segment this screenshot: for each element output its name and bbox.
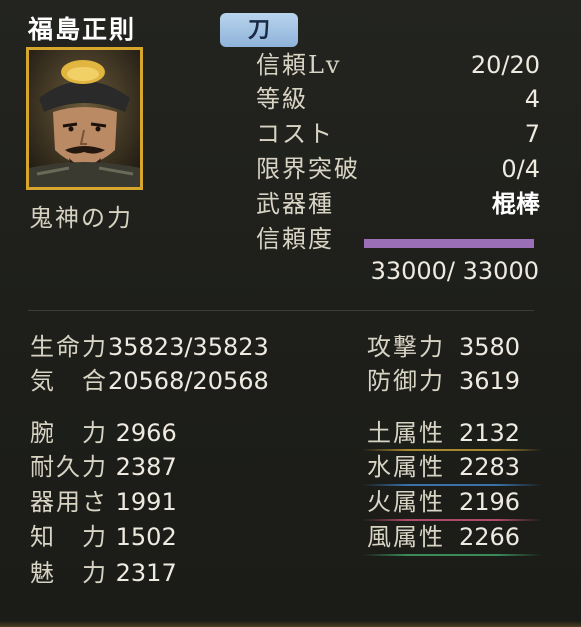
- fire-label: 火属性: [367, 488, 445, 516]
- trust-points: 33000/ 33000: [370, 257, 539, 285]
- cha-label: 魅 力: [30, 559, 108, 587]
- atk-stat: 攻撃力 3580: [367, 330, 520, 364]
- def-label: 防御力: [367, 367, 445, 395]
- cost-value: 7: [524, 120, 540, 148]
- bottom-edge: [0, 621, 581, 627]
- earth-attr: 土属性 2132: [367, 416, 520, 450]
- atk-label: 攻撃力: [367, 333, 445, 361]
- cha-value: 2317: [115, 559, 177, 587]
- end-stat: 耐久力 2387: [30, 450, 177, 484]
- str-stat: 腕 力 2966: [30, 416, 177, 450]
- int-value: 1502: [115, 523, 177, 551]
- ki-stat: 気 合20568/20568: [30, 364, 269, 398]
- earth-label: 土属性: [367, 419, 445, 447]
- water-attr: 水属性 2283: [367, 450, 520, 484]
- weapon-type-row: 武器種 棍棒: [256, 187, 540, 221]
- earth-value: 2132: [459, 419, 521, 447]
- dex-value: 1991: [115, 488, 177, 516]
- cost-label: コスト: [256, 120, 334, 148]
- end-label: 耐久力: [30, 453, 108, 481]
- wind-label: 風属性: [367, 523, 445, 551]
- wind-underline: [362, 554, 542, 556]
- wind-value: 2266: [459, 523, 521, 551]
- int-stat: 知 力 1502: [30, 520, 177, 554]
- dex-stat: 器用さ 1991: [30, 485, 177, 519]
- hp-label: 生命力: [30, 333, 108, 361]
- weapon-type-label: 武器種: [256, 190, 334, 218]
- character-portrait[interactable]: [26, 47, 143, 190]
- fire-attr: 火属性 2196: [367, 485, 520, 519]
- skill-name: 鬼神の力: [29, 204, 133, 232]
- end-value: 2387: [115, 453, 177, 481]
- rank-value: 4: [524, 85, 540, 113]
- ki-label: 気 合: [30, 367, 108, 395]
- fire-value: 2196: [459, 488, 521, 516]
- int-label: 知 力: [30, 523, 108, 551]
- character-status-panel: 福島正則 刀 鬼神の力 信頼Lv 20/20 等級 4 コスト 7 限界突破 0…: [0, 0, 581, 627]
- trust-row: 信頼度: [256, 222, 366, 256]
- rank-row: 等級 4: [256, 82, 540, 116]
- weapon-tab[interactable]: 刀: [220, 13, 298, 47]
- limit-break-value: 0/4: [501, 155, 540, 183]
- cost-row: コスト 7: [256, 117, 540, 151]
- trust-progress-fill: [364, 239, 534, 248]
- rank-label: 等級: [256, 85, 308, 113]
- str-label: 腕 力: [30, 419, 108, 447]
- ki-value: 20568/20568: [108, 367, 269, 395]
- portrait-image: [29, 50, 140, 187]
- hp-value: 35823/35823: [108, 333, 269, 361]
- limit-break-row: 限界突破 0/4: [256, 152, 540, 186]
- water-value: 2283: [459, 453, 521, 481]
- character-name: 福島正則: [28, 15, 137, 44]
- trust-label: 信頼度: [256, 225, 334, 253]
- def-stat: 防御力 3619: [367, 364, 520, 398]
- cha-stat: 魅 力 2317: [30, 556, 177, 590]
- trust-level-row: 信頼Lv 20/20: [256, 48, 540, 82]
- wind-attr: 風属性 2266: [367, 520, 520, 554]
- dex-label: 器用さ: [30, 488, 108, 516]
- trust-level-label: 信頼Lv: [256, 51, 342, 79]
- trust-level-value: 20/20: [470, 51, 540, 79]
- atk-value: 3580: [459, 333, 521, 361]
- weapon-type-value: 棍棒: [492, 189, 540, 218]
- hp-stat: 生命力35823/35823: [30, 330, 269, 364]
- def-value: 3619: [459, 367, 521, 395]
- str-value: 2966: [115, 419, 177, 447]
- limit-break-label: 限界突破: [256, 155, 360, 183]
- section-divider: [28, 310, 534, 311]
- water-label: 水属性: [367, 453, 445, 481]
- trust-progress-bar: [364, 239, 534, 248]
